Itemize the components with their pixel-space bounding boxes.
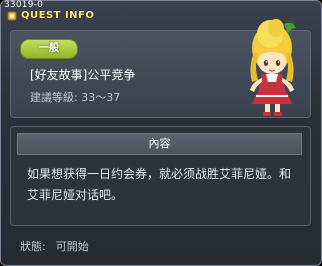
status-label: 狀態: bbox=[20, 240, 46, 253]
quest-status: 狀態: 可開始 bbox=[20, 238, 89, 254]
category-badge: 一般 bbox=[20, 39, 78, 59]
recommended-level: 建議等級: 33～37 bbox=[30, 89, 120, 105]
quest-description: 如果想获得一日约会券，就必须战胜艾菲尼娅。和 艾菲尼娅对话吧。 bbox=[27, 164, 302, 206]
description-line: 艾菲尼娅对话吧。 bbox=[27, 188, 124, 202]
quest-name: [好友故事]公平竞争 bbox=[30, 68, 136, 82]
npc-portrait bbox=[250, 19, 296, 116]
quest-info-icon bbox=[7, 11, 17, 21]
recommended-level-label: 建議等級: bbox=[30, 91, 78, 104]
quest-id: 33019-0 bbox=[4, 0, 44, 10]
status-value: 可開始 bbox=[55, 240, 89, 253]
recommended-level-value: 33～37 bbox=[81, 91, 121, 104]
content-header: 內容 bbox=[17, 133, 302, 155]
window-title: QUEST INFO bbox=[21, 10, 95, 21]
title-bar[interactable]: QUEST INFO bbox=[7, 10, 167, 24]
description-line: 如果想获得一日约会券，就必须战胜艾菲尼娅。和 bbox=[27, 167, 292, 181]
